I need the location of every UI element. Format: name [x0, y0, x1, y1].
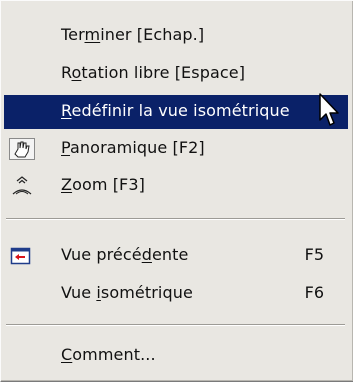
mouse-pointer-icon: [318, 92, 344, 130]
menu-item-label: Redéfinir la vue isométrique: [61, 101, 290, 120]
menu-item-label: Panoramique [F2]: [61, 138, 205, 157]
menu-item-terminer[interactable]: Terminer [Echap.]: [4, 19, 348, 53]
menu-item-label: Rotation libre [Espace]: [61, 63, 246, 82]
pan-hand-icon: [9, 138, 35, 160]
menu-separator: [6, 324, 345, 326]
menu-item-label: Terminer [Echap.]: [61, 25, 205, 44]
menu-item-rotation-libre[interactable]: Rotation libre [Espace]: [4, 57, 348, 91]
menu-separator: [6, 218, 345, 220]
menu-item-label: Zoom [F3]: [61, 175, 145, 194]
menu-item-redefinir-vue-isometrique[interactable]: Redéfinir la vue isométrique: [4, 95, 348, 129]
menu-item-shortcut: F5: [304, 245, 324, 264]
zoom-icon: [9, 175, 35, 197]
menu-item-label: Comment...: [61, 345, 156, 364]
menu-item-panoramique[interactable]: Panoramique [F2]: [4, 132, 348, 166]
menu-item-label: Vue isométrique: [61, 283, 193, 302]
menu-item-zoom[interactable]: Zoom [F3]: [4, 169, 348, 203]
context-menu: Terminer [Echap.] Rotation libre [Espace…: [0, 0, 353, 382]
menu-item-shortcut: F6: [304, 283, 324, 302]
menu-item-vue-precedente[interactable]: Vue précédente F5: [4, 239, 348, 273]
menu-item-label: Vue précédente: [61, 245, 189, 264]
menu-item-comment[interactable]: Comment...: [4, 339, 348, 373]
previous-view-icon: [9, 245, 35, 267]
menu-item-vue-isometrique[interactable]: Vue isométrique F6: [4, 277, 348, 311]
